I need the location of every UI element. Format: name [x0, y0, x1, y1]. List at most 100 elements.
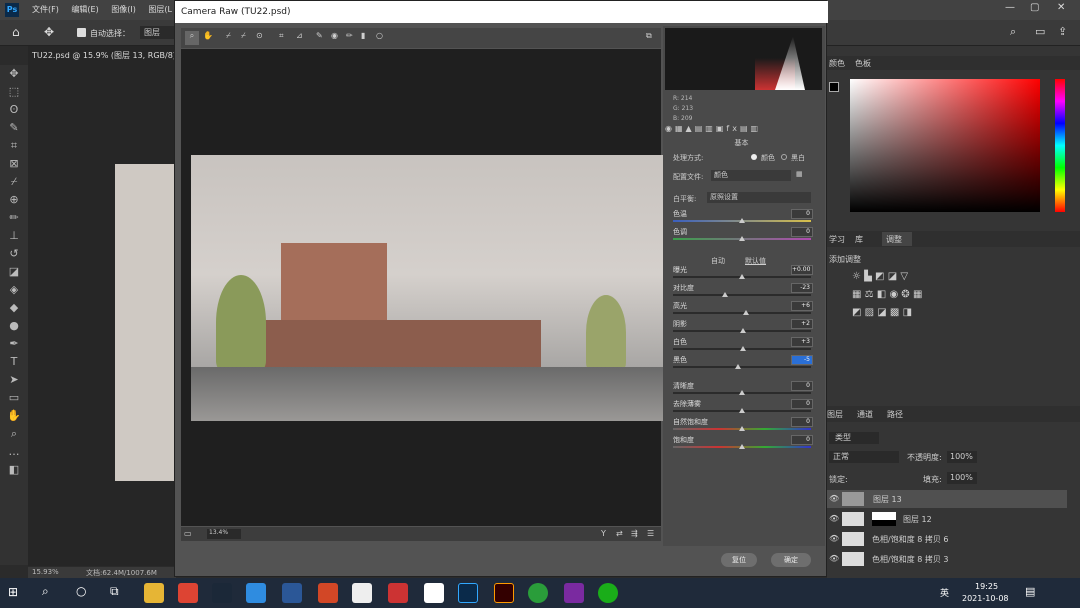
hsl-icon[interactable]: ▦: [852, 289, 861, 300]
fullscreen-icon[interactable]: ⧉: [646, 31, 652, 41]
slider-value-field[interactable]: 0: [791, 435, 813, 445]
selective-icon[interactable]: ◨: [903, 307, 912, 318]
frame-icon[interactable]: ⊠: [0, 155, 28, 173]
layer-row[interactable]: 👁 图层 13: [827, 490, 1067, 508]
close-button[interactable]: ✕: [1057, 2, 1065, 13]
split-toning-icon[interactable]: ▥: [705, 124, 716, 133]
more-tools-icon[interactable]: …: [0, 443, 28, 461]
color-picker-field[interactable]: [850, 79, 1040, 212]
tab-adjustments[interactable]: 调整: [882, 232, 912, 246]
ime-indicator[interactable]: 英: [940, 586, 949, 599]
type-icon[interactable]: T: [0, 353, 28, 371]
slider-value-field[interactable]: +3: [791, 337, 813, 347]
crop-tool-icon[interactable]: ⌗: [279, 31, 284, 41]
marquee-icon[interactable]: ⬚: [0, 83, 28, 101]
visibility-eye-icon[interactable]: 👁: [829, 554, 839, 563]
browser-icon[interactable]: [528, 583, 548, 603]
slider-track[interactable]: [673, 312, 811, 314]
spot-removal-icon[interactable]: ✎: [316, 31, 323, 40]
threshold-icon[interactable]: ◪: [877, 307, 886, 318]
wechat-icon[interactable]: [598, 583, 618, 603]
mixer-icon[interactable]: ❂: [901, 289, 909, 300]
zoom-icon[interactable]: ⌕: [0, 425, 28, 443]
dodge-icon[interactable]: ●: [0, 317, 28, 335]
crop-icon[interactable]: ⌗: [0, 137, 28, 155]
lookup-icon[interactable]: ▦: [913, 289, 922, 300]
clock-date[interactable]: 2021-10-08: [962, 594, 1009, 603]
single-view-icon[interactable]: ▭: [184, 529, 192, 538]
file-explorer-icon[interactable]: [144, 583, 164, 603]
hue-slider[interactable]: [1055, 79, 1065, 212]
photoshop-taskbar-icon[interactable]: [458, 583, 478, 603]
quick-select-icon[interactable]: ✎: [0, 119, 28, 137]
adjust-brush-icon[interactable]: ✏: [346, 31, 353, 40]
profile-browser-icon[interactable]: ▦: [796, 170, 803, 178]
restore-button[interactable]: ▢: [1030, 2, 1039, 13]
app-t-icon[interactable]: [352, 583, 372, 603]
move-tool-icon[interactable]: ✥: [44, 25, 54, 39]
tab-paths[interactable]: 路径: [887, 409, 903, 420]
hand-icon[interactable]: ✋: [0, 407, 28, 425]
steam-icon[interactable]: [212, 583, 232, 603]
app-purple-icon[interactable]: [564, 583, 584, 603]
hsl-panel-icon[interactable]: ▤: [695, 124, 706, 133]
slider-value-field[interactable]: 0: [791, 381, 813, 391]
detail-icon[interactable]: ▲: [686, 124, 695, 133]
windows-start-icon[interactable]: ⊞: [8, 585, 18, 599]
zoom-select[interactable]: 13.4%: [207, 529, 241, 539]
slider-value-field[interactable]: +0.00: [791, 265, 813, 275]
redeye-icon[interactable]: ◉: [331, 31, 338, 40]
slider-knob[interactable]: [722, 292, 729, 297]
tab-channels[interactable]: 通道: [857, 409, 873, 420]
autoselect-target-select[interactable]: 图层: [140, 26, 174, 39]
foreground-color-swatch[interactable]: [829, 82, 839, 92]
visibility-eye-icon[interactable]: 👁: [829, 494, 839, 503]
tab-library[interactable]: 库: [855, 234, 863, 245]
pen-icon[interactable]: ✒: [0, 335, 28, 353]
tab-swatches[interactable]: 色板: [855, 58, 871, 69]
share-icon[interactable]: ⇪: [1058, 25, 1067, 38]
slider-value-field[interactable]: 0: [791, 399, 813, 409]
tone-curve-icon[interactable]: ▦: [675, 124, 686, 133]
balance-icon[interactable]: ⚖: [865, 289, 874, 300]
slider-value-field[interactable]: +6: [791, 301, 813, 311]
illustrator-icon[interactable]: [494, 583, 514, 603]
wb-tool-icon[interactable]: ⌿: [226, 31, 231, 41]
slider-knob[interactable]: [739, 236, 745, 241]
layer-row[interactable]: 👁 色相/饱和度 8 拷贝 3: [827, 550, 1067, 568]
tab-learn[interactable]: 学习: [829, 234, 845, 245]
cortana-icon[interactable]: ○: [76, 584, 86, 598]
slider-value-field[interactable]: 0: [791, 209, 813, 219]
calibration-icon[interactable]: ▤: [740, 124, 751, 133]
slider-value-field[interactable]: 0: [791, 227, 813, 237]
treatment-color-radio[interactable]: [751, 154, 757, 160]
tab-layers[interactable]: 图层: [827, 409, 843, 420]
bucket-icon[interactable]: ◈: [0, 281, 28, 299]
autoselect-checkbox[interactable]: [77, 28, 86, 37]
invert-icon[interactable]: ◩: [852, 307, 861, 318]
history-brush-icon[interactable]: ↺: [0, 245, 28, 263]
curves-icon[interactable]: ◩: [875, 271, 884, 282]
slider-value-field[interactable]: -5: [791, 355, 813, 365]
slider-value-field[interactable]: 0: [791, 417, 813, 427]
lasso-icon[interactable]: ʘ: [0, 101, 28, 119]
slider-knob[interactable]: [739, 274, 745, 279]
before-after-y-icon[interactable]: Y: [601, 529, 606, 538]
menu-image[interactable]: 图像(I): [111, 0, 136, 20]
slider-value-field[interactable]: -23: [791, 283, 813, 293]
copy-settings-icon[interactable]: ⇶: [631, 529, 638, 538]
slider-knob[interactable]: [739, 218, 745, 223]
preview-settings-icon[interactable]: ☰: [647, 529, 654, 538]
menu-layer[interactable]: 图层(L: [148, 0, 172, 20]
levels-icon[interactable]: ▙: [864, 271, 872, 282]
zoom-level[interactable]: 15.93%: [32, 568, 59, 576]
path-select-icon[interactable]: ➤: [0, 371, 28, 389]
slider-knob[interactable]: [739, 444, 745, 449]
menu-file[interactable]: 文件(F): [32, 0, 59, 20]
stamp-icon[interactable]: ⊥: [0, 227, 28, 245]
slider-knob[interactable]: [739, 426, 745, 431]
eraser-icon[interactable]: ◪: [0, 263, 28, 281]
graduated-filter-icon[interactable]: ▮: [361, 31, 365, 40]
basic-panel-icon[interactable]: ◉: [665, 124, 675, 133]
treatment-bw-radio[interactable]: [781, 154, 787, 160]
